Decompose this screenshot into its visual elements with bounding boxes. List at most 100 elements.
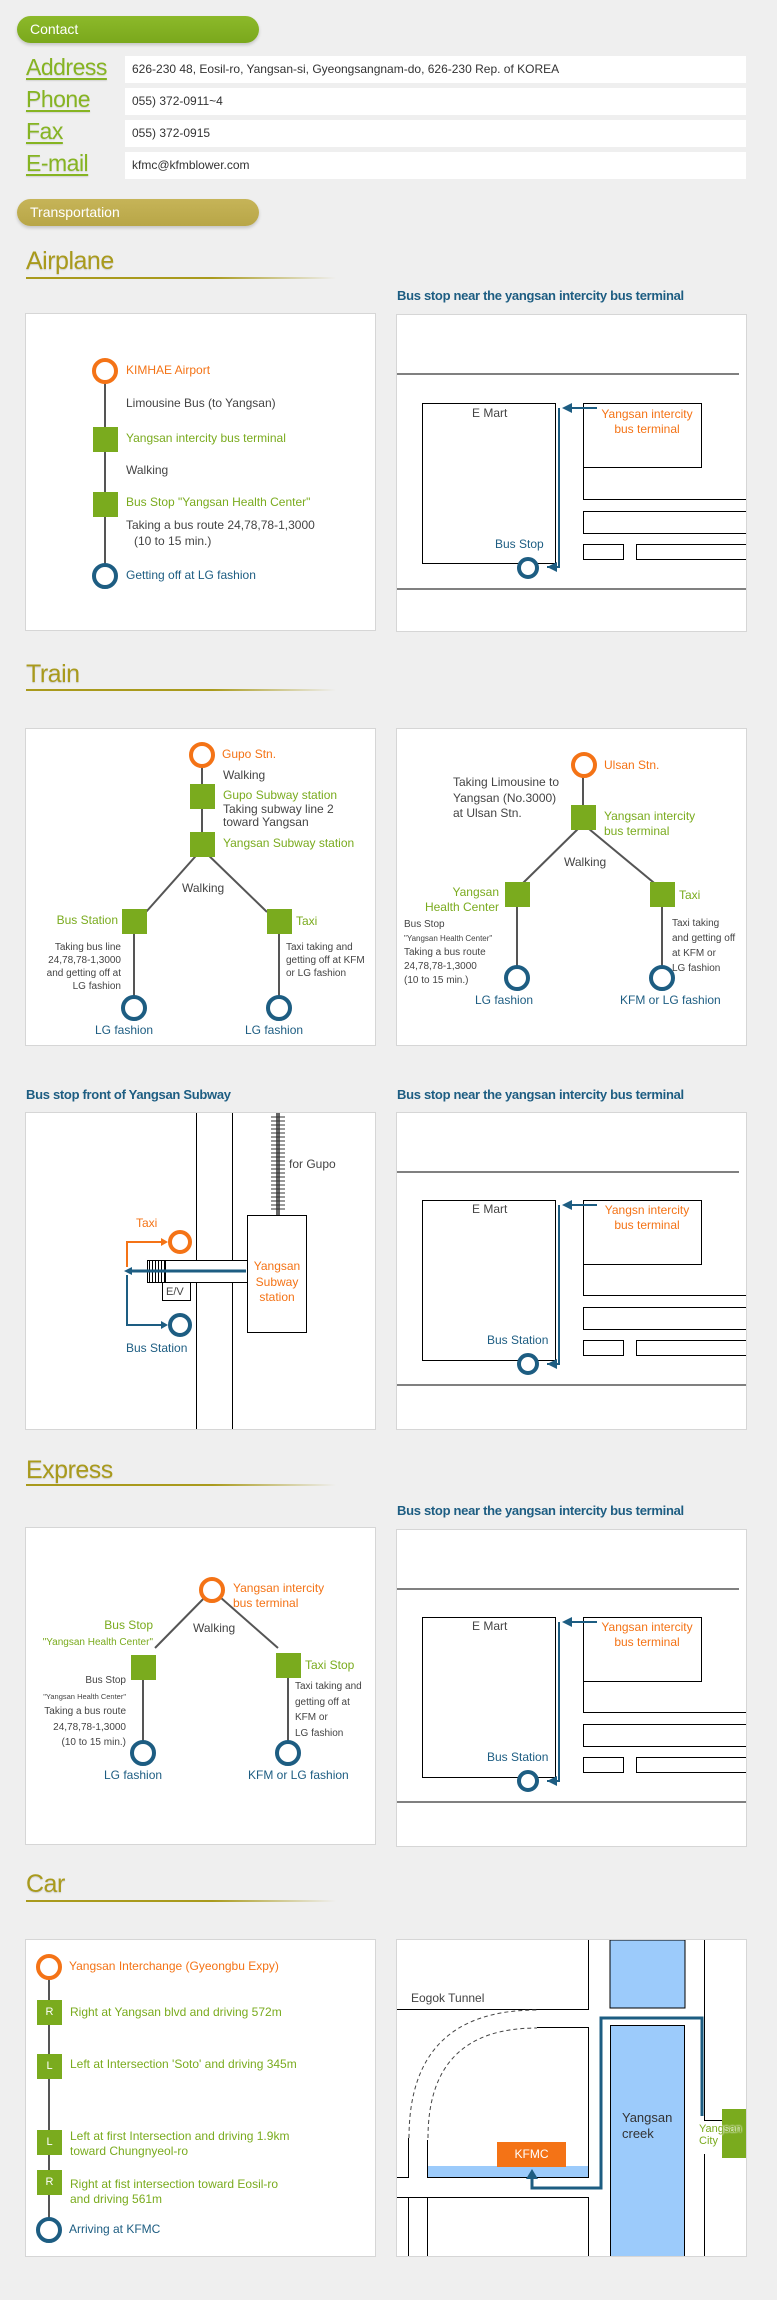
car-start: Yangsan Interchange (Gyeongbu Expy) <box>69 1959 279 1973</box>
bus-stop-label: Bus Stop <box>495 537 544 551</box>
desc-line: or LG fashion <box>286 968 347 979</box>
ulsan-taxi-end: KFM or LG fashion <box>620 993 721 1007</box>
label-line: Yangsan <box>699 2123 742 2135</box>
express-taxi-end: KFM or LG fashion <box>248 1768 349 1782</box>
car-step3: Left at first Intersection and driving 1… <box>70 2129 289 2159</box>
airplane-rule <box>26 277 336 279</box>
gupo-stop1: Gupo Subway station <box>223 788 338 802</box>
desc-line: LG fashion <box>72 981 121 992</box>
stop-square-icon <box>276 1653 301 1678</box>
gupo-step-line1: Taking subway line 2 <box>223 802 334 816</box>
express-bus-label: Bus Stop "Yangsan Health Center" <box>26 1618 153 1649</box>
stop-square-icon <box>190 832 215 857</box>
express-bus-end: LG fashion <box>104 1768 163 1782</box>
airplane-route-lines <box>92 358 118 589</box>
airplane-title: Airplane <box>26 247 114 275</box>
desc-line: "Yangsan Health Center" <box>404 934 493 943</box>
road-edge <box>704 1940 722 2121</box>
label-line: Yangsn intercity <box>604 1203 690 1217</box>
bus-stop-circle-icon <box>517 1353 539 1375</box>
end-circle-icon <box>92 563 118 589</box>
gupo-taxi-end: LG fashion <box>245 1023 304 1037</box>
terminal-map-drawing <box>397 1588 746 1803</box>
car-map-panel: Eogok Tunnel KFMC Yangsan creek Yangsan Ci… <box>396 1939 747 2257</box>
express-route-panel: Yangsan intercity bus terminal Walking Bu… <box>25 1527 376 1845</box>
kfmc-label: KFMC <box>514 2147 549 2161</box>
gupo-bus-desc: Taking bus line 24,78,78-1,3000 and gettin… <box>26 941 121 993</box>
terminal-map-drawing <box>397 373 746 590</box>
bus-stop-label: Bus Station <box>487 1333 549 1347</box>
phone-label: Phone <box>26 86 91 112</box>
end-circle-icon <box>36 2217 62 2243</box>
label-line: Health Center <box>424 900 499 914</box>
label-line: Yangsan <box>622 2110 673 2125</box>
express-map-title: Bus stop near the yangsan intercity bus … <box>397 1503 684 1518</box>
start-circle-icon <box>189 742 215 768</box>
contact-heading: Contact <box>17 16 259 43</box>
stop-square-icon <box>190 784 215 809</box>
label-line: bus terminal <box>614 1635 680 1649</box>
ulsan-walk: Walking <box>564 855 607 869</box>
desc-line: Bus Stop <box>404 919 445 930</box>
car-end: Arriving at KFMC <box>69 2222 161 2236</box>
desc-line: and getting off at <box>46 968 121 979</box>
airplane-end: Getting off at LG fashion <box>126 568 256 582</box>
desc-line: at KFM or <box>672 948 716 959</box>
ulsan-limo: Taking Limousine to Yangsan (No.3000) at U… <box>453 775 559 822</box>
rail-track <box>276 1113 280 1215</box>
building-outline <box>583 1264 746 1296</box>
airplane-map-title: Bus stop near the yangsan intercity bus … <box>397 288 684 303</box>
express-title: Express <box>26 1456 113 1484</box>
start-circle-icon <box>36 1954 62 1980</box>
label-line: "Yangsan Health Center" <box>42 1636 153 1648</box>
arrow-left-icon <box>562 1617 572 1627</box>
ulsan-stop1: Yangsan intercity bus terminal <box>604 809 695 839</box>
subway-map-panel: for Gupo Taxi E/V Yangsan Subway station B… <box>25 1112 376 1430</box>
email-link[interactable]: kfmc@kfmblower.com <box>132 158 250 172</box>
ulsan-taxi-desc: Taxi taking and getting off at KFM or LG fa… <box>672 916 735 976</box>
walk-path <box>547 1205 560 1365</box>
bus-stop-circle-icon <box>517 557 539 579</box>
desc-line: KFM or <box>295 1712 328 1723</box>
fax-value: 055) 372-0915 <box>125 120 746 147</box>
desc-line: 24,78,78-1,3000 <box>48 955 121 966</box>
desc-line: LG fashion <box>295 1727 344 1739</box>
stop-square-icon <box>571 805 596 830</box>
desc-line: 24,78,78-1,3000 <box>404 961 477 972</box>
train-terminal-map-title: Bus stop near the yangsan intercity bus … <box>397 1087 684 1102</box>
bus-stop-circle-icon <box>517 1770 539 1792</box>
for-gupo-label: for Gupo <box>289 1157 336 1171</box>
arrow-right-icon <box>161 1321 168 1329</box>
turn-left-badge: L <box>37 2054 62 2079</box>
desc-line: Taxi taking and <box>295 1681 362 1692</box>
label-line: Yangsan <box>452 885 499 899</box>
email-value[interactable]: kfmc@kfmblower.com <box>125 152 746 179</box>
ev-label: E/V <box>166 1286 184 1298</box>
arrow-left-icon <box>562 1200 572 1210</box>
desc-line: and getting off <box>672 933 736 944</box>
creek-label: Yangsan creek <box>622 2110 672 2141</box>
label-line: Yangsan intercity <box>601 1620 693 1634</box>
address-label: Address <box>26 54 107 80</box>
fax-label: Fax <box>26 118 63 144</box>
desc-line: Taxi taking and <box>286 942 353 953</box>
bus-stop-label: Bus Station <box>487 1750 549 1764</box>
train-gupo-panel: Gupo Stn. Walking Gupo Subway station Ta… <box>25 728 376 1046</box>
ulsan-start: Ulsan Stn. <box>604 758 660 772</box>
car-map-drawing <box>397 1940 746 2256</box>
label-line: creek <box>622 2125 654 2141</box>
end-circle-icon <box>275 1740 301 1766</box>
express-walk: Walking <box>193 1621 236 1635</box>
taxi-circle-icon <box>168 1230 192 1254</box>
gupo-bus-end: LG fashion <box>95 1023 154 1037</box>
car-step2: Left at Intersection 'Soto' and driving … <box>70 2057 297 2071</box>
road-edge <box>397 2138 409 2178</box>
airplane-map-panel: E Mart Yangsan intercity bus terminal Bus… <box>396 314 747 632</box>
desc-line: 24,78,78-1,3000 <box>53 1721 126 1733</box>
desc-line: Yangsan (No.3000) <box>453 790 557 805</box>
start-circle-icon <box>571 752 597 778</box>
express-map-panel: E Mart Yangsan intercity bus terminal Bus… <box>396 1529 747 1847</box>
transportation-heading-label: Transportation <box>30 204 120 220</box>
label-line: bus terminal <box>604 824 670 838</box>
car-route-panel: R L L R Yangsan Interchange (Gyeongbu Ex… <box>25 1939 376 2257</box>
